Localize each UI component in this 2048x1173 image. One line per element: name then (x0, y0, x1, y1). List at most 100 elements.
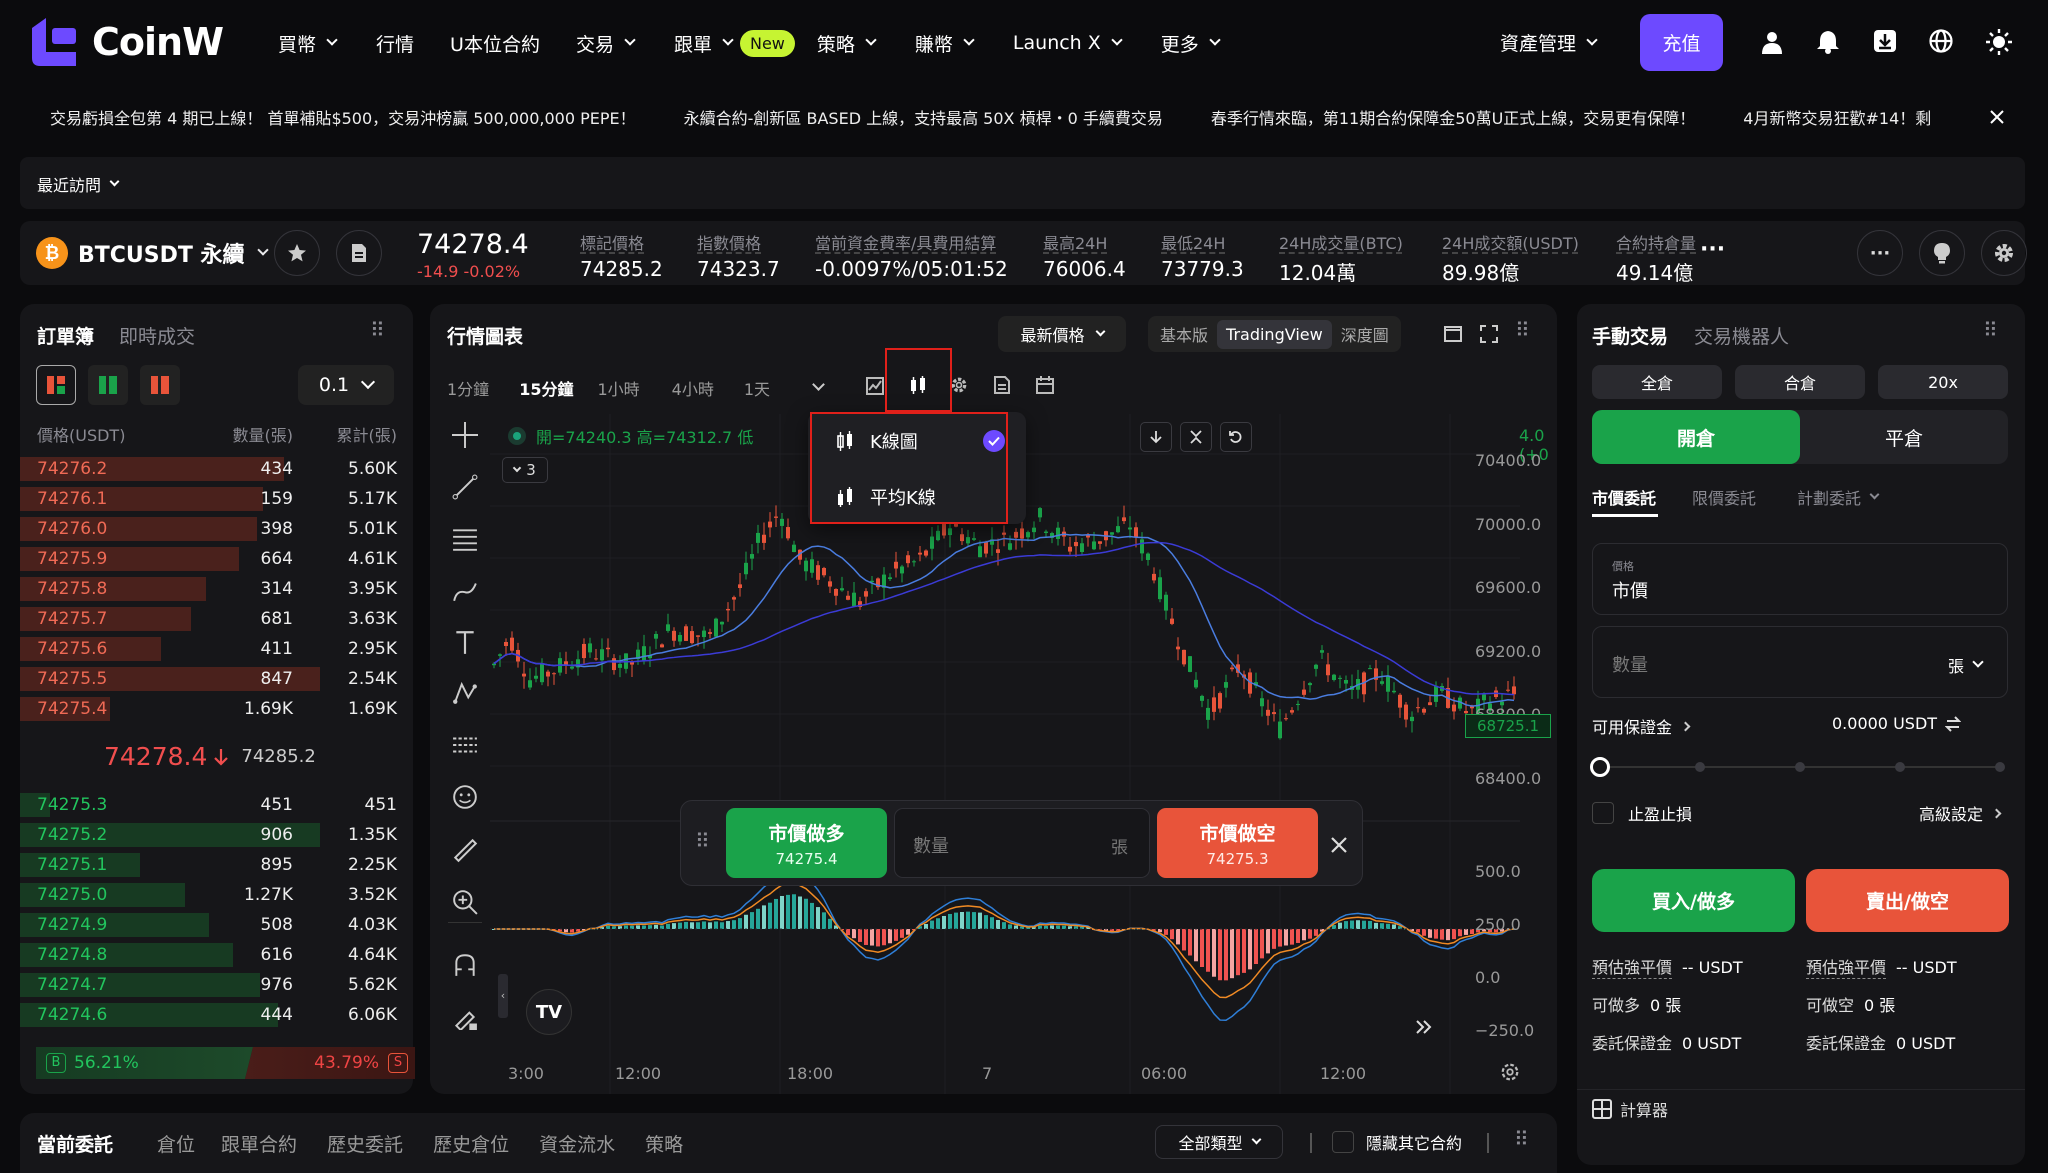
nav-item-4[interactable]: 跟單 New (674, 29, 795, 57)
nav-item-8[interactable]: 更多 (1161, 30, 1221, 57)
drag-handle-icon[interactable]: ⠿ (1983, 318, 1998, 342)
orderbook-row[interactable]: 74276.0 398 5.01K (20, 514, 413, 544)
pattern-tool[interactable] (452, 680, 478, 706)
template-icon[interactable] (994, 376, 1010, 394)
news-item[interactable]: 交易虧損全包第 4 期已上線！ 首單補貼$500，交易沖榜贏 500,000,0… (50, 105, 636, 129)
merge-margin-button[interactable]: 合倉 (1735, 365, 1865, 399)
drag-handle-icon[interactable]: ⠿ (695, 829, 710, 853)
window-icon[interactable] (1444, 326, 1462, 342)
ruler-tool[interactable] (452, 837, 478, 863)
nav-item-7[interactable]: Launch X (1013, 32, 1123, 54)
orderbook-row[interactable]: 74275.3 451 451 (20, 790, 413, 820)
available-margin[interactable]: 可用保證金 (1592, 714, 1691, 738)
drag-handle-icon[interactable]: ⠿ (1515, 318, 1530, 342)
download-icon[interactable] (1873, 29, 1897, 53)
nav-item-1[interactable]: 行情 (376, 30, 414, 57)
tp-sl-checkbox[interactable]: 止盈止損 (1592, 801, 1692, 825)
contract-info-button[interactable] (336, 230, 382, 276)
tab-orderbook[interactable]: 訂單簿 (37, 322, 94, 349)
market-short-button[interactable]: 市價做空 74275.3 (1157, 808, 1318, 878)
close-icon[interactable] (1990, 110, 2004, 124)
tab-market-order[interactable]: 市價委託 (1592, 485, 1656, 509)
interval-tab-4[interactable]: 1天 (744, 376, 770, 400)
tips-button[interactable] (1919, 230, 1965, 276)
scroll-right-icon[interactable] (1416, 1020, 1432, 1034)
nav-item-2[interactable]: U本位合約 (450, 30, 540, 57)
interval-more-chevron-icon[interactable] (812, 378, 825, 391)
orders-tab-3[interactable]: 歷史委託 (327, 1130, 403, 1157)
chart-settings-icon[interactable] (950, 376, 968, 394)
recent-visited-dropdown[interactable]: 最近訪問 (37, 172, 120, 196)
orderbook-row[interactable]: 74276.1 159 5.17K (20, 484, 413, 514)
toolbar-collapse-handle[interactable]: ‹ (498, 974, 508, 1018)
orderbook-row[interactable]: 74275.5 847 2.54K (20, 664, 413, 694)
slider-knob[interactable] (1590, 757, 1610, 777)
interval-tab-3[interactable]: 4小時 (672, 376, 714, 400)
nav-item-5[interactable]: 策略 (817, 30, 877, 57)
news-item[interactable]: 春季行情來臨，第11期合約保障金50萬U正式上線，交易更有保障！ (1211, 105, 1695, 129)
price-type-select[interactable]: 最新價格 (998, 316, 1126, 352)
advanced-settings-link[interactable]: 高級設定 (1919, 801, 2002, 825)
mode-depth[interactable]: 深度圖 (1332, 322, 1398, 346)
slider-step-dot[interactable] (1695, 762, 1705, 772)
position-slider[interactable] (1590, 756, 2008, 778)
orders-tab-0[interactable]: 當前委託 (37, 1130, 113, 1157)
orderbook-row[interactable]: 74275.1 895 2.25K (20, 850, 413, 880)
lock-drawing-tool[interactable] (452, 1004, 478, 1032)
indicators-icon[interactable] (866, 377, 884, 395)
reset-chart-button[interactable] (1220, 422, 1252, 452)
interval-tab-0[interactable]: 1分鐘 (447, 376, 489, 400)
deposit-button[interactable]: 充值 (1640, 14, 1723, 71)
transfer-icon[interactable] (1945, 715, 1962, 732)
trendline-tool[interactable] (452, 474, 478, 500)
brush-tool[interactable] (452, 577, 478, 603)
collapse-button[interactable] (1180, 422, 1212, 452)
orderbook-row[interactable]: 74274.9 508 4.03K (20, 910, 413, 940)
orders-tab-2[interactable]: 跟單合約 (221, 1130, 297, 1157)
nav-item-6[interactable]: 賺幣 (915, 30, 975, 57)
coinw-logo[interactable]: CoinW (32, 18, 242, 66)
more-options-button[interactable]: ··· (1857, 230, 1903, 276)
orderbook-row[interactable]: 74275.7 681 3.63K (20, 604, 413, 634)
tab-trading-bot[interactable]: 交易機器人 (1694, 322, 1789, 349)
fib-lines-tool[interactable] (452, 526, 478, 552)
orderbook-row[interactable]: 74275.9 664 4.61K (20, 544, 413, 574)
orderbook-row[interactable]: 74276.2 434 5.60K (20, 454, 413, 484)
open-position-tab[interactable]: 開倉 (1592, 410, 1800, 464)
hide-other-checkbox[interactable]: 隱藏其它合約 (1332, 1130, 1462, 1154)
orderbook-row[interactable]: 74275.0 1.27K 3.52K (20, 880, 413, 910)
emoji-tool[interactable] (452, 784, 478, 810)
favorite-button[interactable] (274, 230, 320, 276)
magnet-tool[interactable] (452, 952, 478, 978)
close-icon[interactable] (1331, 837, 1347, 853)
orders-tab-1[interactable]: 倉位 (157, 1130, 195, 1157)
nav-item-3[interactable]: 交易 (576, 30, 636, 57)
orders-tab-4[interactable]: 歷史倉位 (433, 1130, 509, 1157)
orderbook-row[interactable]: 74275.8 314 3.95K (20, 574, 413, 604)
scroll-down-button[interactable] (1140, 422, 1172, 452)
view-both-button[interactable] (36, 365, 76, 405)
text-tool[interactable] (452, 629, 478, 655)
zoom-in-tool[interactable] (452, 889, 478, 915)
qty-field[interactable]: 數量 張 (1592, 626, 2008, 698)
user-icon[interactable] (1760, 30, 1784, 54)
tab-limit-order[interactable]: 限價委託 (1692, 485, 1756, 509)
orderbook-row[interactable]: 74275.2 906 1.35K (20, 820, 413, 850)
buy-long-button[interactable]: 買入/做多 (1592, 869, 1795, 932)
slider-step-dot[interactable] (1895, 762, 1905, 772)
fullscreen-icon[interactable] (1480, 325, 1498, 343)
bell-icon[interactable] (1817, 30, 1839, 54)
settings-gear-icon[interactable] (1500, 1062, 1520, 1082)
orderbook-row[interactable]: 74274.6 444 6.06K (20, 1000, 413, 1030)
quick-qty-input[interactable]: 數量 張 (894, 808, 1150, 878)
crosshair-tool[interactable] (452, 422, 478, 448)
nav-item-0[interactable]: 買幣 (278, 30, 338, 57)
orders-tab-5[interactable]: 資金流水 (539, 1130, 615, 1157)
mode-basic[interactable]: 基本版 (1151, 322, 1217, 346)
calendar-icon[interactable] (1036, 376, 1054, 394)
forecast-tool[interactable] (452, 732, 478, 758)
more-stats-icon[interactable]: ··· (1700, 237, 1725, 262)
settings-button[interactable] (1981, 230, 2027, 276)
orderbook-row[interactable]: 74275.4 1.69K 1.69K (20, 694, 413, 724)
type-filter-select[interactable]: 全部類型 (1155, 1125, 1283, 1159)
